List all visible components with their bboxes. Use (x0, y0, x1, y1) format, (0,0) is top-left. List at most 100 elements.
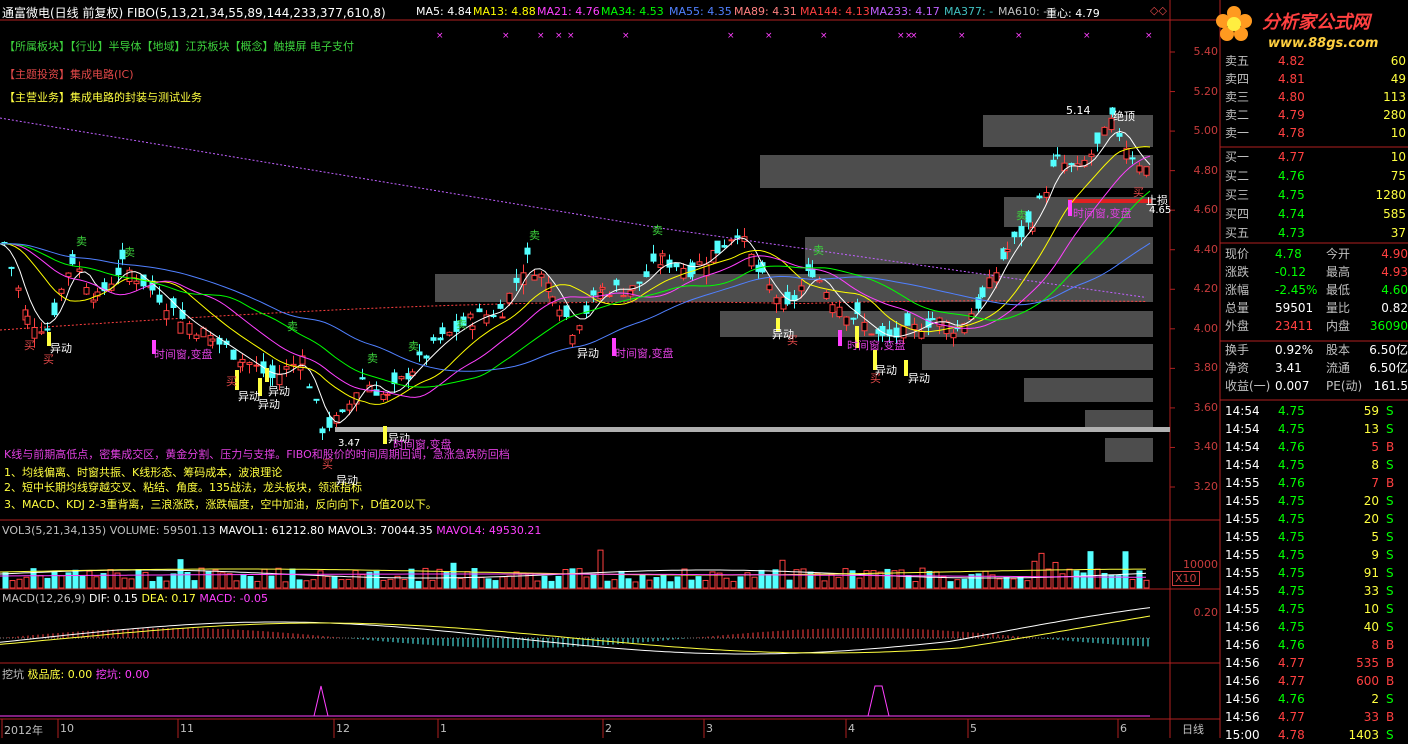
volume-bar (205, 570, 212, 589)
tick-row[interactable]: 14:56 4.76 8 B (1223, 636, 1408, 654)
candle-body (439, 327, 446, 335)
top-marker: × (820, 31, 828, 41)
candle-body (133, 280, 140, 285)
volume-bar (597, 549, 604, 589)
tick-row[interactable]: 14:56 4.77 535 B (1223, 654, 1408, 672)
candle-body (650, 253, 657, 262)
candle-body (319, 428, 326, 434)
candle-body (979, 287, 986, 298)
tick-row[interactable]: 14:54 4.76 5 B (1223, 438, 1408, 456)
tick-row[interactable]: 14:54 4.75 59 S (1223, 402, 1408, 420)
tick-row[interactable]: 14:55 4.75 10 S (1223, 600, 1408, 618)
volume-bar (541, 575, 548, 589)
volume-bar (121, 577, 128, 589)
support-line (335, 427, 1170, 432)
tick-row[interactable]: 14:56 4.76 2 S (1223, 690, 1408, 708)
bid-price: 4.74 (1278, 207, 1305, 221)
top-marker: × (958, 31, 966, 41)
top-marker: × (1083, 31, 1091, 41)
move-signal: 异动 (50, 342, 72, 355)
tick-row[interactable]: 14:56 4.75 40 S (1223, 618, 1408, 636)
candle-body (38, 331, 45, 334)
candle-body (1088, 153, 1095, 157)
volume-bar (723, 577, 730, 589)
tick-t: 14:55 (1225, 548, 1260, 562)
corner-icon[interactable]: ◇◇ (1150, 4, 1167, 17)
candle-body (809, 269, 816, 278)
tick-row[interactable]: 15:00 4.78 1403 S (1223, 726, 1408, 744)
tick-row[interactable]: 14:55 4.76 7 B (1223, 474, 1408, 492)
volume-bar (786, 579, 793, 589)
tick-v: 40 (1363, 620, 1379, 634)
candle-body (339, 409, 346, 413)
volume-bar (793, 569, 800, 589)
volume-bar (2, 572, 9, 589)
bid-price: 4.76 (1278, 169, 1305, 183)
tick-t: 14:54 (1225, 440, 1260, 454)
ask-label: 卖一 (1225, 126, 1250, 140)
top-marker: × (502, 31, 510, 41)
volume-bar (737, 576, 744, 589)
candle-body (467, 313, 474, 319)
volume-bar (149, 581, 156, 589)
sell-signal: 卖 (408, 340, 419, 353)
volume-bar (93, 576, 100, 589)
volume-bar (835, 576, 842, 589)
candle-body (1101, 126, 1108, 136)
volume-bar (1143, 579, 1150, 589)
tick-s: S (1386, 458, 1394, 472)
volume-bar (1024, 580, 1031, 589)
move-signal: 异动 (336, 474, 358, 487)
volume-bar (1010, 578, 1017, 589)
price-tick-label: 4.00 (1193, 321, 1219, 335)
volume-bar (16, 578, 23, 589)
top-marker: × (555, 31, 563, 41)
bid-price: 4.77 (1278, 150, 1305, 164)
tick-row[interactable]: 14:55 4.75 33 S (1223, 582, 1408, 600)
volume-bar (1066, 568, 1073, 589)
tick-p: 4.76 (1278, 692, 1305, 706)
volume-bar (919, 567, 926, 589)
period-button[interactable]: 日线 (1182, 721, 1204, 737)
price-tick-label: 3.60 (1193, 400, 1219, 414)
mavol3-value: MAVOL3: 70044.35 (327, 524, 433, 537)
volume-bar (604, 580, 611, 589)
tick-row[interactable]: 14:55 4.75 5 S (1223, 528, 1408, 546)
tick-t: 14:55 (1225, 584, 1260, 598)
volume-bar (37, 575, 44, 589)
tick-p: 4.77 (1278, 656, 1305, 670)
tick-row[interactable]: 14:55 4.75 20 S (1223, 510, 1408, 528)
volume-bar (905, 575, 912, 589)
macd-title-bar: MACD(12,26,9) DIF: 0.15 DEA: 0.17 MACD: … (2, 592, 268, 605)
quote-row: 净资 3.41 流通 6.50亿 (1223, 359, 1408, 377)
volume-bar (548, 580, 555, 589)
bid-label: 买一 (1225, 150, 1250, 164)
quote-row: 换手 0.92% 股本 6.50亿 (1223, 341, 1408, 359)
tick-row[interactable]: 14:55 4.75 20 S (1223, 492, 1408, 510)
bid-row: 买二 4.76 75 (1223, 167, 1408, 185)
ma-value-4: MA55: 4.35 (669, 5, 732, 18)
tick-t: 14:56 (1225, 710, 1260, 724)
tick-row[interactable]: 14:54 4.75 8 S (1223, 456, 1408, 474)
candle-body (163, 310, 170, 320)
tick-row[interactable]: 14:55 4.75 9 S (1223, 546, 1408, 564)
quote-row: 外盘 23411 内盘 36090 (1223, 317, 1408, 335)
tick-s: S (1386, 602, 1394, 616)
volume-bar (1122, 551, 1129, 589)
volume-bar (632, 581, 639, 589)
tick-row[interactable]: 14:56 4.77 600 B (1223, 672, 1408, 690)
candle-body (636, 281, 643, 284)
tick-row[interactable]: 14:56 4.77 33 B (1223, 708, 1408, 726)
quote-row: 现价 4.78 今开 4.90 (1223, 245, 1408, 263)
volume-bar (996, 578, 1003, 589)
mavol4-value: MAVOL4: 49530.21 (436, 524, 542, 537)
candle-body (446, 331, 453, 336)
tick-row[interactable]: 14:54 4.75 13 S (1223, 420, 1408, 438)
signal-bar (838, 330, 842, 346)
volume-bar (79, 575, 86, 589)
stock-title: 通富微电(日线 前复权) FIBO(5,13,21,34,55,89,144,2… (2, 4, 386, 20)
date-label: 12 (336, 722, 350, 735)
sell-signal: 卖 (367, 352, 378, 365)
tick-row[interactable]: 14:55 4.75 91 S (1223, 564, 1408, 582)
volume-bar (506, 575, 513, 589)
